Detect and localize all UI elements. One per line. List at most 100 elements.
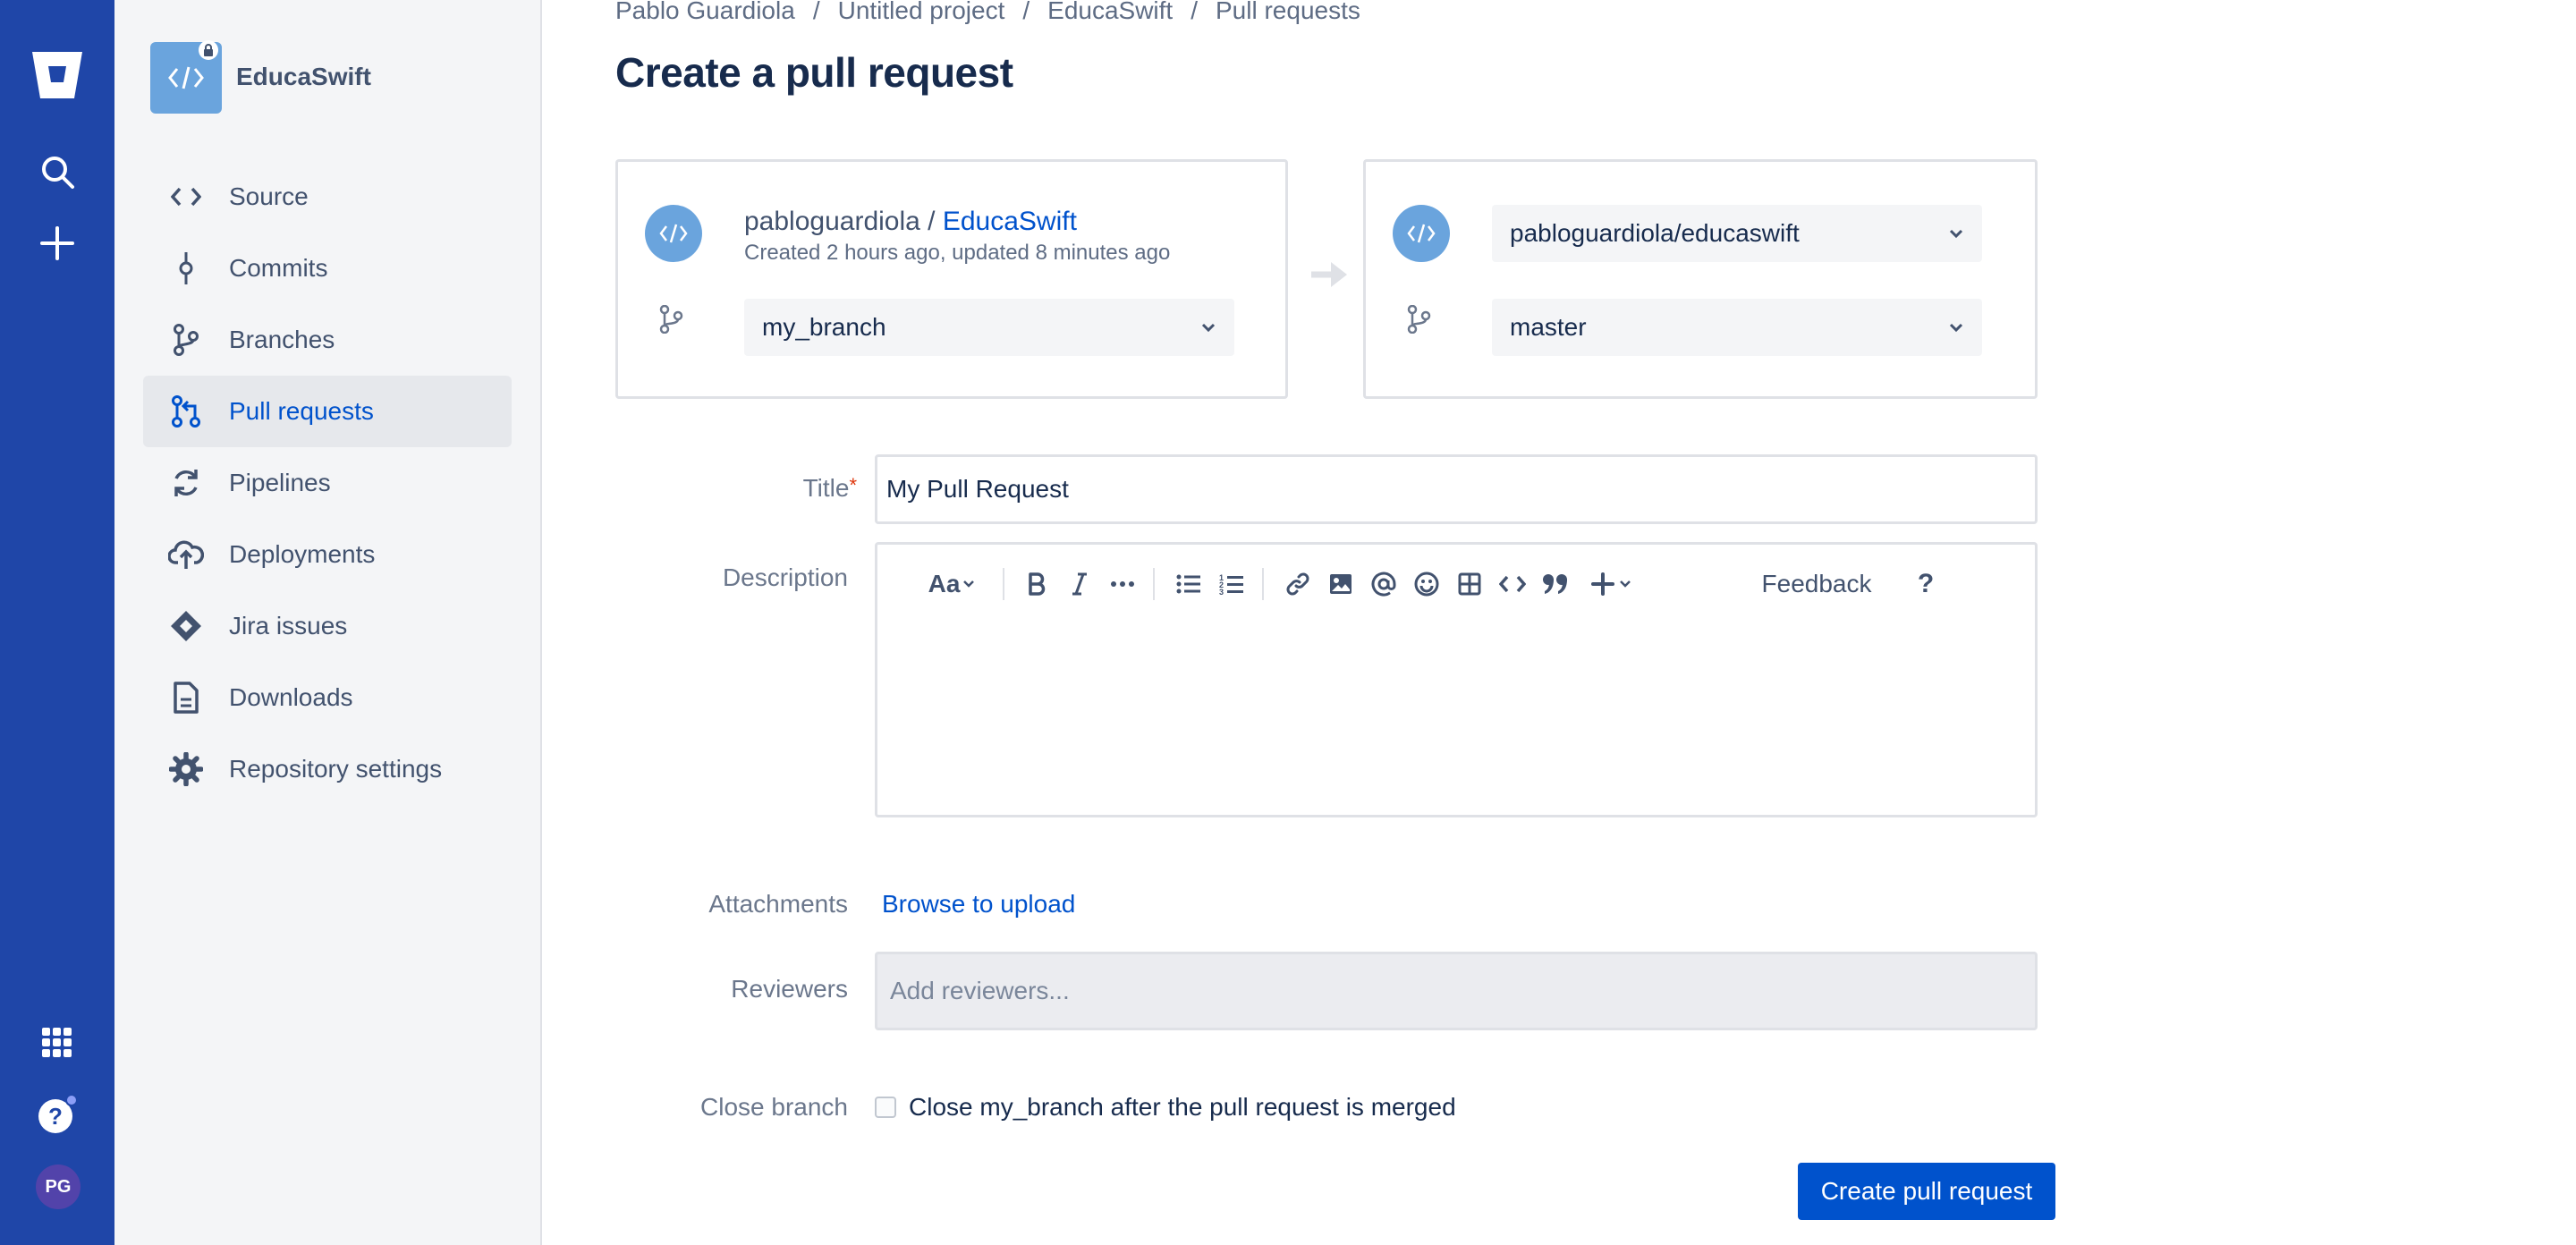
sidebar-item-label: Jira issues [229, 612, 348, 639]
chevron-down-icon [1949, 229, 1963, 239]
toolbar-divider [1262, 568, 1264, 600]
text-style-dropdown[interactable]: Aa [922, 564, 981, 604]
breadcrumb-item[interactable]: Pull requests [1216, 0, 1360, 24]
sidebar-item-jira-issues[interactable]: Jira issues [143, 590, 512, 662]
commit-icon [143, 252, 229, 284]
browse-to-upload-link[interactable]: Browse to upload [882, 890, 1075, 919]
sidebar-item-label: Deployments [229, 540, 376, 568]
reviewers-label: Reviewers [731, 975, 848, 1003]
mention-icon[interactable] [1368, 564, 1400, 604]
emoji-icon[interactable] [1411, 564, 1443, 604]
sidebar-item-label: Downloads [229, 683, 353, 711]
sidebar-item-branches[interactable]: Branches [143, 304, 512, 376]
create-pull-request-button[interactable]: Create pull request [1798, 1163, 2055, 1220]
editor-help-icon[interactable]: ? [1910, 564, 1942, 604]
destination-repo-value: pabloguardiola/educaswift [1510, 219, 1800, 247]
description-label: Description [722, 563, 848, 591]
destination-branch-value: master [1510, 313, 1587, 341]
source-repo-meta: Created 2 hours ago, updated 8 minutes a… [744, 241, 1171, 265]
image-icon[interactable] [1325, 564, 1357, 604]
sidebar-item-label: Pull requests [229, 397, 374, 425]
title-input[interactable] [875, 454, 2038, 524]
bitbucket-logo-icon[interactable] [21, 39, 93, 111]
attachments-label: Attachments [708, 890, 848, 918]
bold-icon[interactable] [1021, 564, 1053, 604]
sidebar-item-pipelines[interactable]: Pipelines [143, 447, 512, 519]
sidebar-item-label: Branches [229, 326, 335, 353]
breadcrumb-item[interactable]: Untitled project [838, 0, 1005, 24]
required-asterisk: * [849, 474, 857, 496]
text-style-label: Aa [928, 570, 961, 597]
sidebar-item-deployments[interactable]: Deployments [143, 519, 512, 590]
sidebar-item-label: Commits [229, 254, 328, 282]
source-branch-value: my_branch [762, 313, 886, 341]
breadcrumb-item[interactable]: EducaSwift [1047, 0, 1173, 24]
sidebar-item-label: Source [229, 182, 309, 210]
branch-icon [143, 324, 229, 356]
more-formatting-icon[interactable] [1106, 564, 1139, 604]
sidebar-item-source[interactable]: Source [143, 161, 512, 233]
main-content: Pablo Guardiola / Untitled project / EducaSw… [542, 0, 2576, 1245]
close-branch-checkbox[interactable] [875, 1097, 896, 1118]
source-branch-card: pabloguardiola / EducaSwift Created 2 ho… [615, 159, 1288, 399]
chevron-down-icon [963, 580, 975, 588]
insert-plus-icon[interactable] [1584, 564, 1638, 604]
title-label-text: Title [802, 474, 850, 502]
italic-icon[interactable] [1063, 564, 1096, 604]
branch-icon [659, 304, 684, 338]
sidebar-item-label: Repository settings [229, 755, 443, 783]
source-repo-link[interactable]: EducaSwift [943, 207, 1077, 236]
arrow-right-icon [1309, 259, 1349, 294]
help-icon[interactable]: ? [21, 1079, 93, 1150]
reviewers-input[interactable] [875, 952, 2038, 1030]
repo-code-icon [645, 205, 702, 262]
breadcrumb: Pablo Guardiola / Untitled project / EducaSw… [615, 0, 1360, 25]
description-editor[interactable]: Aa 123 Feedback ? [875, 542, 2038, 817]
pipelines-icon [143, 468, 229, 498]
close-branch-option: Close my_branch after the pull request i… [875, 1093, 1456, 1122]
sidebar-item-pull-requests[interactable]: Pull requests [143, 376, 512, 447]
table-icon[interactable] [1453, 564, 1486, 604]
repo-code-icon [1393, 205, 1450, 262]
destination-branch-select[interactable]: master [1492, 299, 1982, 356]
branch-icon [1407, 304, 1432, 338]
bullet-list-icon[interactable] [1173, 564, 1205, 604]
feedback-button[interactable]: Feedback [1762, 564, 1872, 604]
link-icon[interactable] [1282, 564, 1314, 604]
source-branch-select[interactable]: my_branch [744, 299, 1234, 356]
page-title: Create a pull request [615, 49, 1013, 96]
create-plus-icon[interactable] [21, 208, 93, 279]
avatar[interactable]: PG [36, 1165, 80, 1209]
code-icon [143, 186, 229, 208]
search-icon[interactable] [21, 136, 93, 208]
lock-icon [199, 40, 218, 60]
code-block-icon[interactable] [1496, 564, 1529, 604]
code-icon [168, 66, 204, 89]
repo-name[interactable]: EducaSwift [236, 63, 371, 91]
sidebar-item-downloads[interactable]: Downloads [143, 662, 512, 733]
chevron-down-icon [1201, 323, 1216, 333]
quote-icon[interactable] [1539, 564, 1572, 604]
svg-text:?: ? [48, 1103, 63, 1130]
jira-icon [143, 610, 229, 642]
gear-icon [143, 752, 229, 786]
deployments-icon [143, 539, 229, 570]
toolbar-divider [1153, 568, 1155, 600]
sidebar-item-label: Pipelines [229, 469, 331, 496]
app-switcher-icon[interactable] [21, 1007, 93, 1079]
destination-branch-card: pabloguardiola/educaswift master [1363, 159, 2038, 399]
sidebar-item-repository-settings[interactable]: Repository settings [143, 733, 512, 805]
chevron-down-icon [1949, 323, 1963, 333]
sidebar-item-commits[interactable]: Commits [143, 233, 512, 304]
numbered-list-icon[interactable]: 123 [1216, 564, 1248, 604]
pull-request-icon [143, 395, 229, 428]
downloads-icon [143, 682, 229, 714]
chevron-down-icon [1620, 580, 1631, 588]
title-label: Title* [589, 474, 857, 503]
global-nav: ? PG [0, 0, 114, 1245]
source-owner: pabloguardiola / [744, 207, 943, 236]
destination-repo-select[interactable]: pabloguardiola/educaswift [1492, 205, 1982, 262]
source-repo-name: pabloguardiola / EducaSwift [744, 207, 1077, 237]
close-branch-label: Close branch [700, 1093, 848, 1121]
breadcrumb-item[interactable]: Pablo Guardiola [615, 0, 795, 24]
